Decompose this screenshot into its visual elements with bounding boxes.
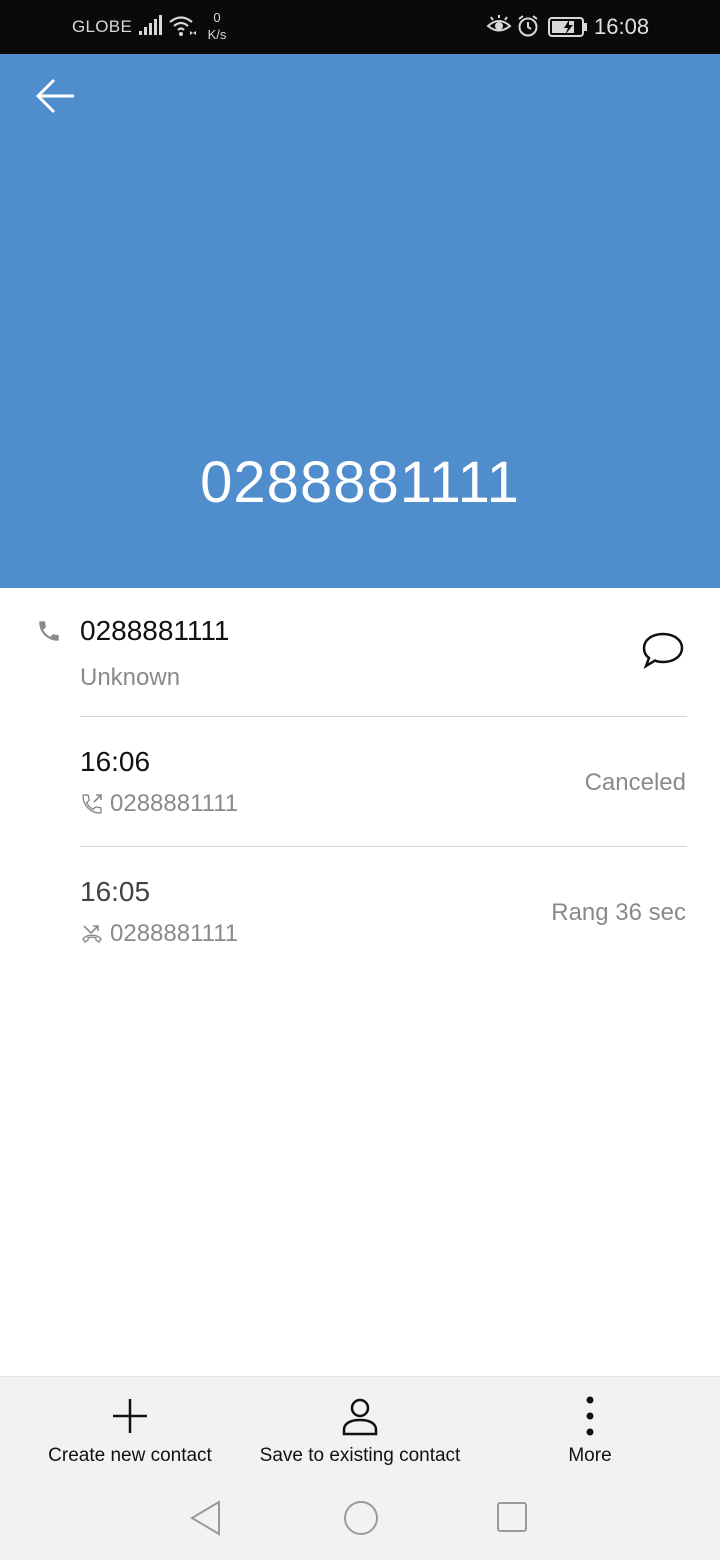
- message-bubble-icon: [642, 632, 684, 669]
- person-icon: [342, 1398, 378, 1436]
- phone-icon: [36, 618, 62, 649]
- network-speed-unit: K/s: [207, 27, 227, 42]
- more-button[interactable]: More: [520, 1391, 660, 1467]
- more-label: More: [568, 1445, 612, 1466]
- call-status: Canceled: [584, 769, 686, 796]
- nav-home-button[interactable]: [342, 1499, 380, 1542]
- call-status: Rang 36 sec: [551, 899, 686, 926]
- square-recents-icon: [497, 1502, 527, 1532]
- plus-icon: [113, 1399, 147, 1433]
- status-time: 16:08: [594, 14, 650, 39]
- call-number-row: 0288881111: [80, 790, 238, 818]
- triangle-back-icon: [190, 1500, 220, 1536]
- nav-back-button[interactable]: [188, 1499, 224, 1542]
- network-speed: 0 K/s: [204, 9, 230, 43]
- carrier-name: GLOBE: [72, 17, 133, 36]
- save-to-existing-contact-label: Save to existing contact: [259, 1445, 461, 1466]
- call-number: 0288881111: [110, 790, 239, 817]
- contact-header: 0288881111: [0, 54, 720, 588]
- action-bar: Create new contact Save to existing cont…: [0, 1376, 720, 1560]
- call-time: 16:05: [80, 876, 151, 907]
- circle-home-icon: [344, 1501, 378, 1535]
- wifi-icon: [168, 14, 198, 43]
- status-bar: GLOBE 0 K/s 16:08: [0, 0, 720, 54]
- battery-icon: [548, 16, 588, 43]
- create-new-contact-label: Create new contact: [48, 1445, 212, 1466]
- contact-phone-number[interactable]: 0288881111: [80, 615, 230, 647]
- missed-call-icon: [82, 925, 102, 943]
- call-number-row: 0288881111: [80, 920, 238, 948]
- save-to-existing-contact-button[interactable]: Save to existing contact: [240, 1391, 480, 1467]
- signal-icon: [138, 14, 162, 41]
- contact-label: Unknown: [80, 664, 181, 691]
- call-number: 0288881111: [110, 920, 239, 947]
- arrow-left-icon: [35, 78, 74, 114]
- more-vertical-icon: [586, 1396, 594, 1436]
- header-phone-number: 0288881111: [200, 450, 520, 515]
- outgoing-call-icon: [82, 794, 102, 814]
- eye-comfort-icon: [486, 15, 512, 40]
- alarm-icon: [516, 14, 540, 43]
- network-speed-value: 0: [213, 10, 221, 25]
- divider: [80, 716, 687, 717]
- nav-recents-button[interactable]: [495, 1499, 529, 1542]
- create-new-contact-button[interactable]: Create new contact: [20, 1391, 240, 1467]
- send-message-button[interactable]: [638, 630, 688, 674]
- call-time: 16:06: [80, 746, 151, 777]
- back-button[interactable]: [28, 74, 84, 122]
- divider: [80, 846, 687, 847]
